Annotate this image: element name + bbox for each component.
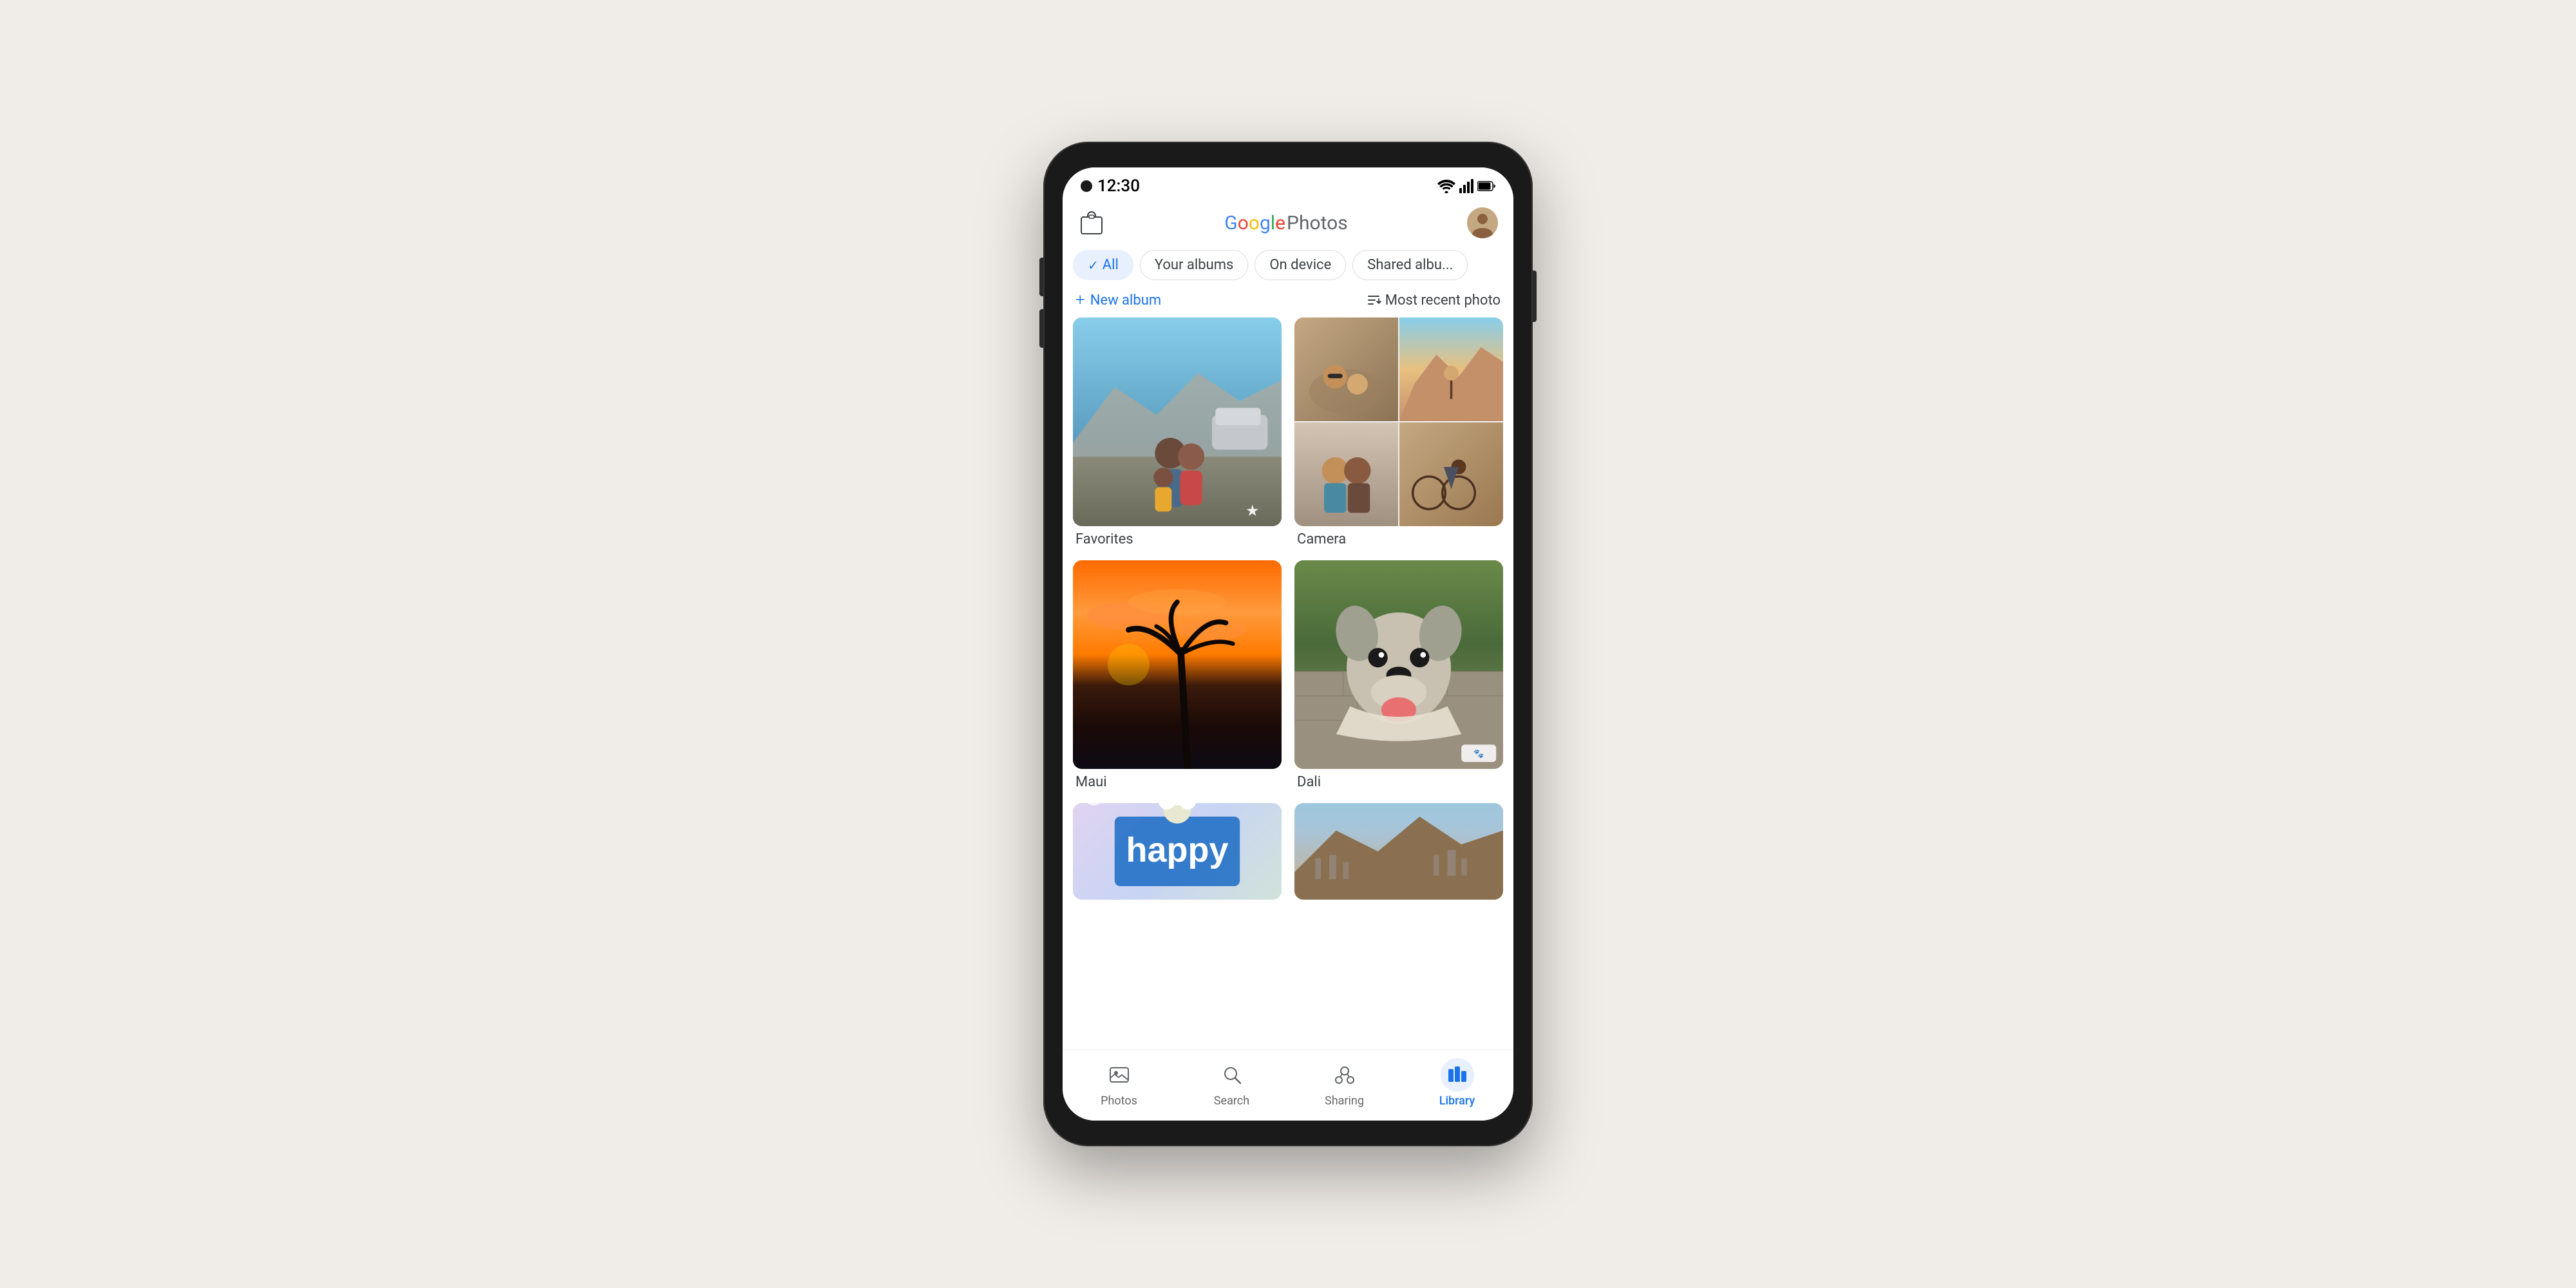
happy-photo: happy: [1073, 803, 1282, 900]
album-happy[interactable]: happy: [1073, 803, 1282, 900]
camera-photo-2: [1399, 317, 1503, 421]
svg-text:★: ★: [1245, 502, 1259, 520]
album-favorites-label: Favorites: [1073, 531, 1282, 547]
wifi-icon: [1437, 179, 1455, 193]
album-favorites[interactable]: ★ Favorites: [1073, 317, 1282, 547]
phone-frame: 12:30: [1043, 142, 1533, 1146]
nav-search[interactable]: Search: [1175, 1058, 1288, 1108]
tab-your-albums-label: Your albums: [1155, 257, 1234, 273]
actions-row: + New album Most recent photo: [1063, 288, 1513, 317]
sort-label: Most recent photo: [1385, 292, 1501, 308]
app-logo: Google Photos: [1224, 212, 1347, 234]
signal-icon: [1459, 179, 1473, 193]
favorites-photo: ★: [1073, 317, 1282, 526]
avatar[interactable]: [1467, 207, 1498, 238]
album-dali-label: Dali: [1294, 774, 1503, 790]
nav-search-icon-wrap: [1215, 1058, 1249, 1092]
tab-shared-albums[interactable]: Shared albu...: [1352, 250, 1468, 280]
nav-library-icon-wrap: [1441, 1058, 1474, 1092]
battery-icon: [1477, 180, 1495, 192]
nav-photos-icon-wrap: [1103, 1058, 1136, 1092]
svg-text:🐾: 🐾: [1473, 750, 1484, 759]
album-maui[interactable]: Maui: [1073, 560, 1282, 790]
camera-photo-3: [1294, 422, 1398, 526]
photos-icon: [1108, 1064, 1130, 1086]
camera-photo-4: [1399, 422, 1503, 526]
tab-on-device[interactable]: On device: [1255, 250, 1346, 280]
nav-library[interactable]: Library: [1401, 1058, 1513, 1108]
album-camera-label: Camera: [1294, 531, 1503, 547]
sort-button[interactable]: Most recent photo: [1366, 292, 1501, 308]
landscape-photo: [1294, 803, 1503, 900]
status-bar: 12:30: [1063, 167, 1513, 201]
check-icon: ✓: [1088, 258, 1099, 273]
tab-your-albums[interactable]: Your albums: [1140, 250, 1249, 280]
plus-icon: +: [1075, 290, 1085, 310]
new-album-label: New album: [1090, 292, 1161, 308]
status-time: 12:30: [1097, 176, 1140, 196]
tab-all[interactable]: ✓ All: [1073, 250, 1133, 280]
new-album-button[interactable]: + New album: [1075, 290, 1161, 310]
album-maui-label: Maui: [1073, 774, 1282, 790]
camera-dot: [1081, 180, 1092, 192]
phone-screen: 12:30: [1063, 167, 1513, 1121]
sort-icon: [1366, 292, 1381, 308]
nav-sharing[interactable]: Sharing: [1288, 1058, 1401, 1108]
nav-sharing-icon-wrap: [1328, 1058, 1361, 1092]
nav-search-label: Search: [1214, 1094, 1249, 1108]
app-header: Google Photos: [1063, 201, 1513, 245]
nav-sharing-label: Sharing: [1325, 1094, 1364, 1108]
nav-photos-label: Photos: [1101, 1094, 1137, 1108]
album-dali[interactable]: 🐾 Dali: [1294, 560, 1503, 790]
tab-shared-albums-label: Shared albu...: [1367, 257, 1453, 273]
sharing-icon: [1334, 1064, 1356, 1086]
search-icon: [1221, 1064, 1243, 1086]
albums-grid: ★ Favorites: [1073, 317, 1503, 900]
status-icons: [1437, 179, 1495, 193]
logo-photos-text: Photos: [1287, 212, 1348, 234]
tab-on-device-label: On device: [1269, 257, 1331, 273]
maui-photo: [1073, 560, 1282, 769]
tab-all-label: All: [1103, 257, 1119, 273]
nav-photos[interactable]: Photos: [1063, 1058, 1175, 1108]
album-landscape[interactable]: [1294, 803, 1503, 900]
main-content: ★ Favorites: [1063, 317, 1513, 1050]
bottom-nav: Photos Search: [1063, 1050, 1513, 1121]
shopping-bag-icon: [1080, 211, 1103, 235]
nav-library-label: Library: [1439, 1094, 1475, 1108]
bag-button[interactable]: [1078, 209, 1105, 236]
camera-photo-1: [1294, 317, 1398, 421]
svg-text:happy: happy: [1126, 831, 1228, 869]
library-icon: [1446, 1064, 1468, 1086]
filter-tabs: ✓ All Your albums On device Shared albu.…: [1063, 245, 1513, 288]
user-avatar-icon: [1467, 207, 1498, 238]
dali-photo: 🐾: [1294, 560, 1503, 769]
album-camera[interactable]: Camera: [1294, 317, 1503, 547]
